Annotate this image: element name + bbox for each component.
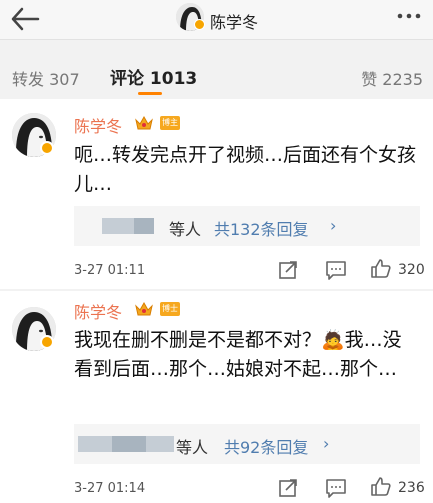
reply-people-label: 等人	[176, 438, 209, 457]
verified-badge-icon	[40, 335, 54, 349]
active-tab-indicator	[138, 92, 162, 95]
crown-icon	[135, 301, 153, 316]
tab-repost[interactable]: 转发 307	[12, 66, 80, 90]
reply-count-link[interactable]: 共92条回复	[224, 434, 308, 458]
more-options-icon[interactable]	[396, 12, 422, 20]
like-count: 320	[398, 262, 425, 278]
share-icon[interactable]	[277, 259, 299, 281]
comment-icon[interactable]	[325, 477, 347, 499]
comment-username[interactable]: 陈学冬	[74, 113, 122, 137]
reply-summary[interactable]: 等人 共132条回复 ›	[74, 206, 420, 246]
reply-summary[interactable]: 等人 共92条回复 ›	[74, 424, 420, 464]
comment-item: 陈学冬 博士 我现在删不删是不是都不对？🙇我…没看到后面…那个…姑娘对不起…那个…	[0, 291, 433, 503]
verified-badge-icon	[40, 141, 54, 155]
crown-icon	[135, 115, 153, 130]
top-bar: 陈学冬	[0, 0, 433, 40]
chevron-right-icon[interactable]: ›	[330, 216, 336, 235]
share-icon[interactable]	[277, 477, 299, 499]
comment-icon[interactable]	[325, 259, 347, 281]
tab-comments[interactable]: 评论 1013	[110, 64, 197, 89]
blurred-username	[102, 218, 134, 234]
like-icon[interactable]	[370, 475, 392, 497]
blurred-username	[134, 218, 154, 234]
header-title: 陈学冬	[210, 13, 259, 32]
comment-username[interactable]: 陈学冬	[74, 299, 122, 323]
like-icon[interactable]	[370, 257, 392, 279]
reply-people-label: 等人	[169, 220, 202, 239]
tab-likes[interactable]: 赞 2235	[361, 66, 423, 90]
blurred-username	[112, 436, 146, 452]
comment-item: 陈学冬 博主 呃…转发完点开了视频…后面还有个女孩儿… 等人 共132条回复 ›…	[0, 99, 433, 289]
chevron-right-icon[interactable]: ›	[323, 434, 329, 453]
reply-count-link[interactable]: 共132条回复	[214, 216, 309, 240]
tab-bar: 转发 307 评论 1013 赞 2235	[0, 46, 433, 98]
author-badge: 博主	[160, 116, 180, 130]
author-badge: 博士	[160, 302, 180, 316]
comment-text: 我现在删不删是不是都不对？🙇我…没看到后面…那个…姑娘对不起…那个…	[74, 329, 402, 380]
like-count: 236	[398, 480, 425, 496]
back-arrow-icon[interactable]	[10, 6, 40, 32]
comment-text: 呃…转发完点开了视频…后面还有个女孩儿…	[74, 144, 417, 195]
verified-badge-icon	[194, 19, 205, 30]
comment-time: 3-27 01:11	[74, 263, 146, 278]
blurred-username	[146, 436, 174, 452]
comment-time: 3-27 01:14	[74, 481, 146, 496]
blurred-username	[78, 436, 112, 452]
